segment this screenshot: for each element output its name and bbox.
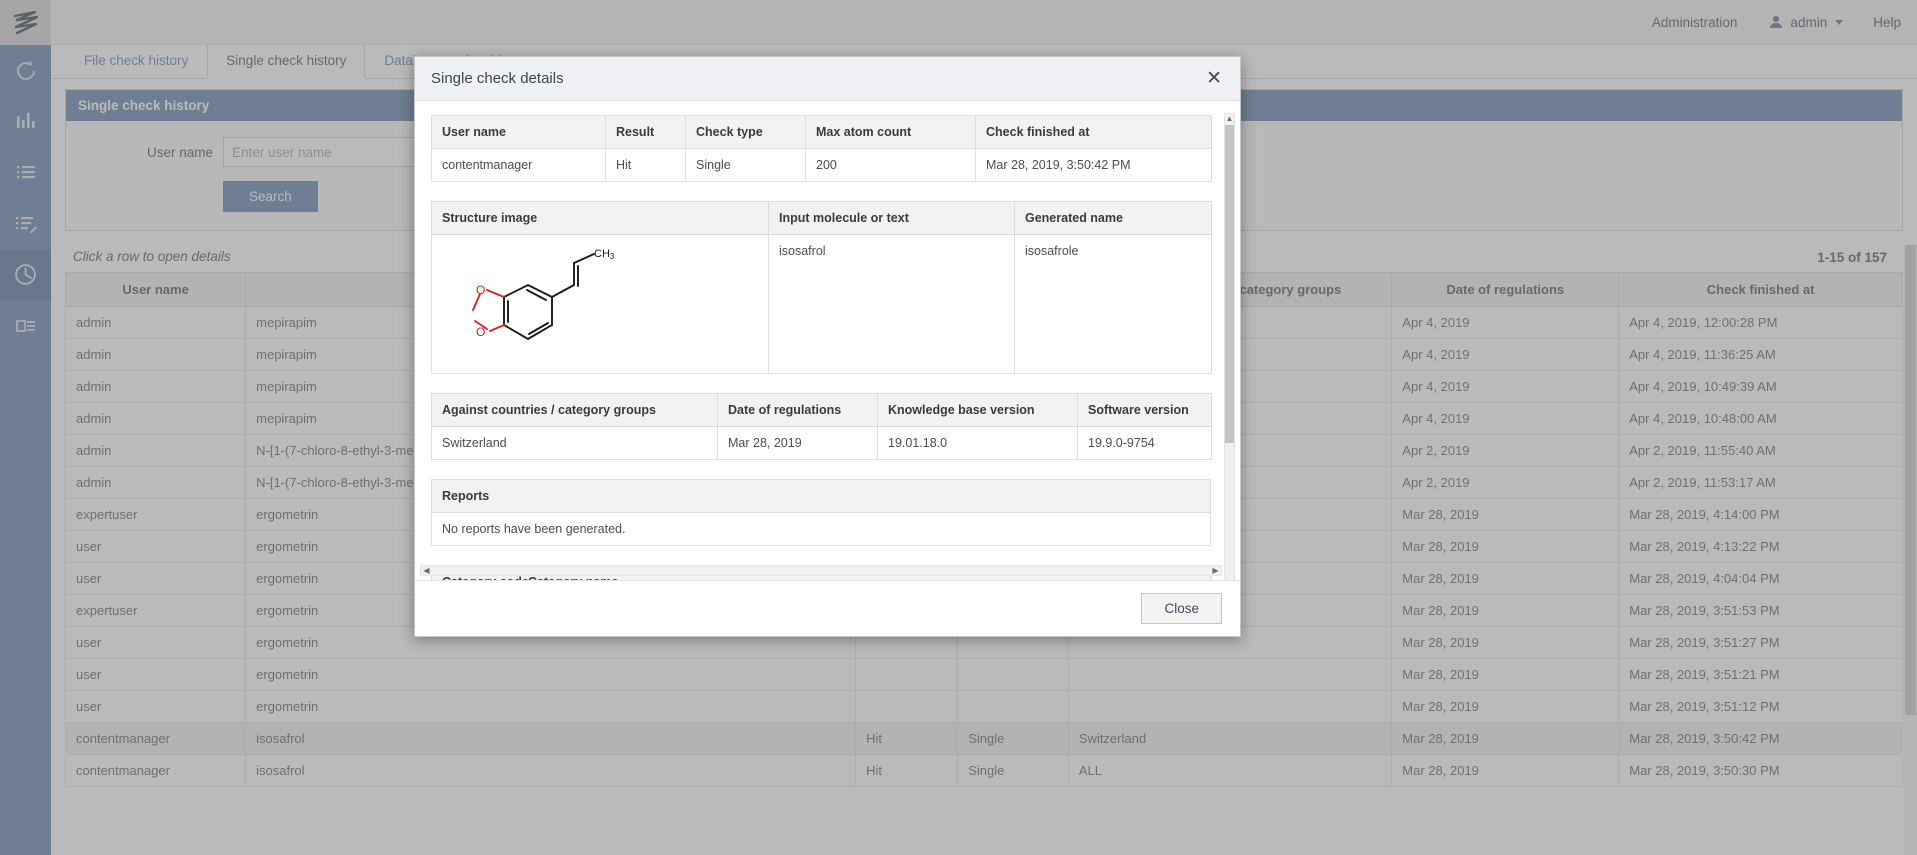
structure-col-generated: Generated name	[1015, 202, 1212, 235]
summary-check-finished: Mar 28, 2019, 3:50:42 PM	[976, 149, 1212, 182]
structure-image-cell: O O CH3	[432, 235, 769, 374]
scroll-right-icon[interactable]: ▶	[1210, 566, 1221, 575]
oxygen-label-top: O	[476, 283, 485, 297]
close-icon[interactable]: ✕	[1202, 67, 1226, 90]
summary-col-result: Result	[606, 116, 686, 149]
summary-result: Hit	[606, 149, 686, 182]
structure-value-row: O O CH3 isosafrol isosafrole	[432, 235, 1212, 374]
isosafrole-structure-icon: O O CH3	[442, 244, 627, 364]
regulations-header-row: Against countries / category groups Date…	[432, 394, 1212, 427]
summary-col-check-type: Check type	[686, 116, 806, 149]
scroll-left-icon[interactable]: ◀	[421, 566, 432, 575]
reg-col-kb-version: Knowledge base version	[878, 394, 1078, 427]
reg-sw-version: 19.9.0-9754	[1078, 427, 1212, 460]
summary-col-user-name: User name	[432, 116, 606, 149]
reg-date: Mar 28, 2019	[718, 427, 878, 460]
modal-header: Single check details ✕	[415, 57, 1240, 101]
summary-col-check-finished: Check finished at	[976, 116, 1212, 149]
reports-text: No reports have been generated.	[432, 513, 1211, 546]
summary-user-name: contentmanager	[432, 149, 606, 182]
modal-title: Single check details	[431, 70, 564, 87]
close-button[interactable]: Close	[1141, 593, 1222, 624]
structure-col-image: Structure image	[432, 202, 769, 235]
app-root: Administration admin Help File check his…	[0, 0, 1917, 855]
structure-col-input: Input molecule or text	[769, 202, 1015, 235]
single-check-details-dialog: Single check details ✕ User name Result …	[414, 56, 1241, 637]
modal-body: User name Result Check type Max atom cou…	[415, 101, 1240, 580]
modal-scroll-area: User name Result Check type Max atom cou…	[431, 115, 1214, 580]
summary-col-max-atom: Max atom count	[806, 116, 976, 149]
scroll-up-icon[interactable]: ▲	[1225, 113, 1234, 124]
structure-table: Structure image Input molecule or text G…	[431, 201, 1212, 374]
summary-value-row: contentmanager Hit Single 200 Mar 28, 20…	[432, 149, 1212, 182]
summary-table: User name Result Check type Max atom cou…	[431, 115, 1212, 182]
oxygen-label-bottom: O	[476, 325, 485, 339]
regulations-table: Against countries / category groups Date…	[431, 393, 1212, 460]
modal-scroll-thumb[interactable]	[1225, 125, 1234, 443]
reports-header: Reports	[432, 480, 1211, 513]
methyl-label: CH3	[594, 248, 615, 261]
modal-vertical-scrollbar[interactable]: ▲ ▼	[1224, 113, 1235, 580]
modal-footer: Close	[415, 580, 1240, 636]
reg-kb-version: 19.01.18.0	[878, 427, 1078, 460]
reports-header-row: Reports	[432, 480, 1211, 513]
reg-col-sw-version: Software version	[1078, 394, 1212, 427]
input-molecule-cell: isosafrol	[769, 235, 1015, 374]
reports-value-row: No reports have been generated.	[432, 513, 1211, 546]
summary-check-type: Single	[686, 149, 806, 182]
reg-countries: Switzerland	[432, 427, 718, 460]
structure-header-row: Structure image Input molecule or text G…	[432, 202, 1212, 235]
summary-header-row: User name Result Check type Max atom cou…	[432, 116, 1212, 149]
reg-col-countries: Against countries / category groups	[432, 394, 718, 427]
regulations-value-row: Switzerland Mar 28, 2019 19.01.18.0 19.9…	[432, 427, 1212, 460]
modal-horizontal-scrollbar[interactable]: ◀ ▶	[420, 565, 1222, 576]
summary-max-atom: 200	[806, 149, 976, 182]
reports-table: Reports No reports have been generated.	[431, 479, 1211, 546]
generated-name-cell: isosafrole	[1015, 235, 1212, 374]
reg-col-date: Date of regulations	[718, 394, 878, 427]
